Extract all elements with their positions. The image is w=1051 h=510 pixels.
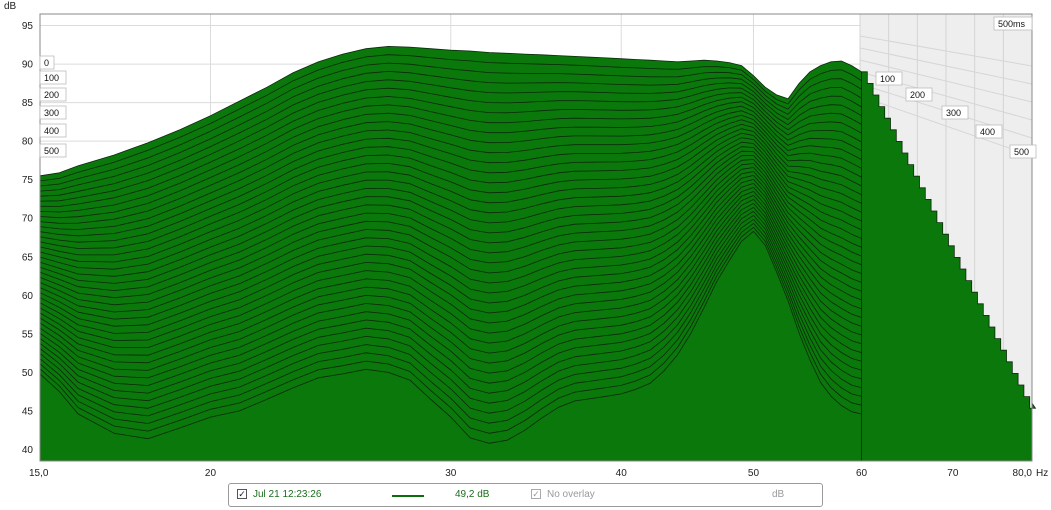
y-tick-label: 85 bbox=[22, 98, 34, 109]
time-label-left: 500 bbox=[44, 146, 59, 156]
series-color-swatch bbox=[392, 495, 424, 497]
y-tick-label: 75 bbox=[22, 175, 34, 186]
time-label-left: 100 bbox=[44, 73, 59, 83]
y-tick-label: 95 bbox=[22, 21, 34, 32]
time-label-right: 200 bbox=[910, 90, 925, 100]
legend-bar: ✓ Jul 21 12:23:26 49,2 dB ✓ No overlay d… bbox=[228, 483, 823, 507]
waterfall-chart: 95 90 85 80 75 70 65 60 55 50 45 40 15,0 20 30 40 50 60 7… bbox=[4, 1, 1048, 479]
overlay-unit-label: dB bbox=[772, 489, 785, 500]
y-tick-label: 45 bbox=[22, 406, 34, 417]
x-tick-label: 70 bbox=[947, 468, 959, 479]
y-tick-label: 90 bbox=[22, 60, 34, 71]
time-label-left: 400 bbox=[44, 126, 59, 136]
y-tick-label: 55 bbox=[22, 329, 34, 340]
x-tick-label: 50 bbox=[748, 468, 760, 479]
x-axis-ticks: 15,0 20 30 40 50 60 70 80,0 bbox=[29, 468, 1032, 479]
x-axis-unit-label: Hz bbox=[1036, 468, 1048, 479]
overlay-label: No overlay bbox=[547, 489, 595, 500]
time-label-right: 300 bbox=[946, 108, 961, 118]
x-tick-label: 15,0 bbox=[29, 468, 49, 479]
time-label-left: 300 bbox=[44, 108, 59, 118]
y-tick-label: 65 bbox=[22, 252, 34, 263]
y-tick-label: 70 bbox=[22, 214, 34, 225]
x-tick-label: 20 bbox=[205, 468, 217, 479]
y-axis-ticks: 95 90 85 80 75 70 65 60 55 50 45 40 bbox=[22, 21, 34, 456]
time-label-right: 400 bbox=[980, 127, 995, 137]
time-label-left: 200 bbox=[44, 90, 59, 100]
time-label-right: 100 bbox=[880, 74, 895, 84]
x-tick-label: 30 bbox=[445, 468, 457, 479]
measurement-checkbox[interactable]: ✓ bbox=[237, 489, 247, 499]
y-tick-label: 40 bbox=[22, 445, 34, 456]
y-tick-label: 50 bbox=[22, 368, 34, 379]
cursor-value-label: 49,2 dB bbox=[455, 489, 490, 500]
time-corner-label: 500ms bbox=[998, 19, 1026, 29]
time-label-left: 0 bbox=[44, 58, 49, 68]
x-tick-label: 60 bbox=[856, 468, 868, 479]
measurement-date-label: Jul 21 12:23:26 bbox=[253, 489, 322, 500]
y-tick-label: 80 bbox=[22, 137, 34, 148]
x-tick-label: 80,0 bbox=[1013, 468, 1033, 479]
overlay-checkbox[interactable]: ✓ bbox=[531, 489, 541, 499]
y-tick-label: 60 bbox=[22, 291, 34, 302]
time-label-right: 500 bbox=[1014, 147, 1029, 157]
x-tick-label: 40 bbox=[616, 468, 628, 479]
y-axis-unit-label: dB bbox=[4, 1, 17, 12]
